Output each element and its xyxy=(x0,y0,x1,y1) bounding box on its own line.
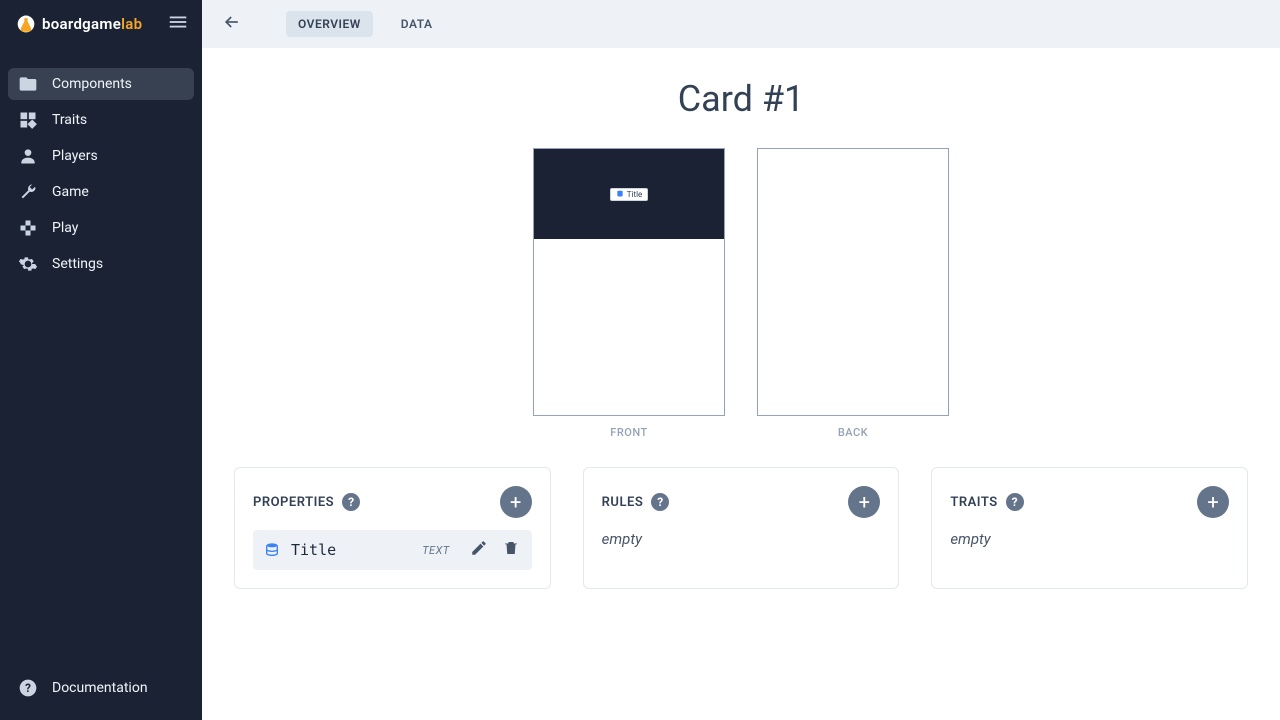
panel-header: PROPERTIES ? + xyxy=(253,486,532,518)
main: OVERVIEW DATA Card #1 Title xyxy=(202,0,1280,720)
sidebar-footer: ? Documentation xyxy=(0,672,202,720)
help-icon[interactable]: ? xyxy=(651,493,669,511)
card-front-header-band: Title xyxy=(534,149,724,239)
property-type: TEXT xyxy=(422,544,449,557)
arrow-left-icon xyxy=(222,12,242,36)
back-button[interactable] xyxy=(218,10,246,38)
brand-text: boardgamelab xyxy=(42,15,142,33)
panel-header: TRAITS ? + xyxy=(950,486,1229,518)
sidebar-item-label: Game xyxy=(52,184,89,200)
card-back-face[interactable] xyxy=(757,148,949,416)
sidebar-item-label: Players xyxy=(52,148,98,164)
tabs: OVERVIEW DATA xyxy=(286,11,445,37)
gamepad-icon xyxy=(18,218,38,238)
add-trait-button[interactable]: + xyxy=(1197,486,1229,518)
panel-rules: RULES ? + empty xyxy=(583,467,900,589)
sidebar-item-label: Documentation xyxy=(52,680,148,696)
sidebar-item-play[interactable]: Play xyxy=(8,212,194,244)
sidebar-nav: Components Traits Players Game Play xyxy=(0,48,202,672)
sidebar-item-game[interactable]: Game xyxy=(8,176,194,208)
sidebar-item-components[interactable]: Components xyxy=(8,68,194,100)
edit-property-button[interactable] xyxy=(468,539,490,561)
panel-header: RULES ? + xyxy=(602,486,881,518)
card-back-caption: BACK xyxy=(838,426,868,439)
sidebar-item-players[interactable]: Players xyxy=(8,140,194,172)
page-title: Card #1 xyxy=(234,78,1248,120)
database-icon xyxy=(263,541,281,559)
card-preview-row: Title FRONT BACK xyxy=(234,148,1248,439)
property-row[interactable]: Title TEXT xyxy=(253,530,532,570)
sidebar-item-settings[interactable]: Settings xyxy=(8,248,194,280)
gear-icon xyxy=(18,254,38,274)
topbar: OVERVIEW DATA xyxy=(202,0,1280,48)
svg-text:?: ? xyxy=(25,681,31,695)
person-icon xyxy=(18,146,38,166)
tab-label: OVERVIEW xyxy=(298,17,361,31)
card-front-caption: FRONT xyxy=(610,426,647,439)
add-property-button[interactable]: + xyxy=(500,486,532,518)
sidebar-item-documentation[interactable]: ? Documentation xyxy=(8,672,194,704)
sidebar-item-label: Play xyxy=(52,220,78,236)
content: Card #1 Title FRONT B xyxy=(202,48,1280,720)
sidebar-header: boardgamelab xyxy=(0,0,202,48)
panel-title: PROPERTIES xyxy=(253,495,334,510)
help-icon[interactable]: ? xyxy=(1006,493,1024,511)
plus-icon: + xyxy=(1207,492,1218,512)
folder-icon xyxy=(18,74,38,94)
database-icon xyxy=(616,190,624,198)
panels: PROPERTIES ? + Title TEXT xyxy=(234,467,1248,589)
hamburger-icon xyxy=(167,11,189,37)
menu-toggle-button[interactable] xyxy=(166,12,190,36)
tab-overview[interactable]: OVERVIEW xyxy=(286,11,373,37)
card-back-wrap: BACK xyxy=(757,148,949,439)
sidebar-item-label: Settings xyxy=(52,256,103,272)
sidebar-item-traits[interactable]: Traits xyxy=(8,104,194,136)
widgets-icon xyxy=(18,110,38,130)
flask-logo-icon xyxy=(16,14,36,34)
pencil-icon xyxy=(470,539,488,561)
card-front-wrap: Title FRONT xyxy=(533,148,725,439)
add-rule-button[interactable]: + xyxy=(848,486,880,518)
rules-empty: empty xyxy=(602,530,881,548)
traits-empty: empty xyxy=(950,530,1229,548)
sidebar: boardgamelab Components Traits Players xyxy=(0,0,202,720)
title-field-chip[interactable]: Title xyxy=(610,188,649,201)
panel-title: TRAITS xyxy=(950,495,997,510)
property-name: Title xyxy=(291,541,412,559)
trash-icon xyxy=(502,539,520,561)
tab-data[interactable]: DATA xyxy=(389,11,445,37)
sidebar-item-label: Traits xyxy=(52,112,87,128)
tab-label: DATA xyxy=(401,17,433,31)
title-chip-label: Title xyxy=(627,190,643,199)
plus-icon: + xyxy=(859,492,870,512)
card-front-face[interactable]: Title xyxy=(533,148,725,416)
help-icon[interactable]: ? xyxy=(342,493,360,511)
brand[interactable]: boardgamelab xyxy=(16,14,142,34)
panel-properties: PROPERTIES ? + Title TEXT xyxy=(234,467,551,589)
panel-title: RULES xyxy=(602,495,644,510)
panel-traits: TRAITS ? + empty xyxy=(931,467,1248,589)
delete-property-button[interactable] xyxy=(500,539,522,561)
help-icon: ? xyxy=(18,678,38,698)
wrench-icon xyxy=(18,182,38,202)
plus-icon: + xyxy=(510,492,521,512)
sidebar-item-label: Components xyxy=(52,76,132,92)
